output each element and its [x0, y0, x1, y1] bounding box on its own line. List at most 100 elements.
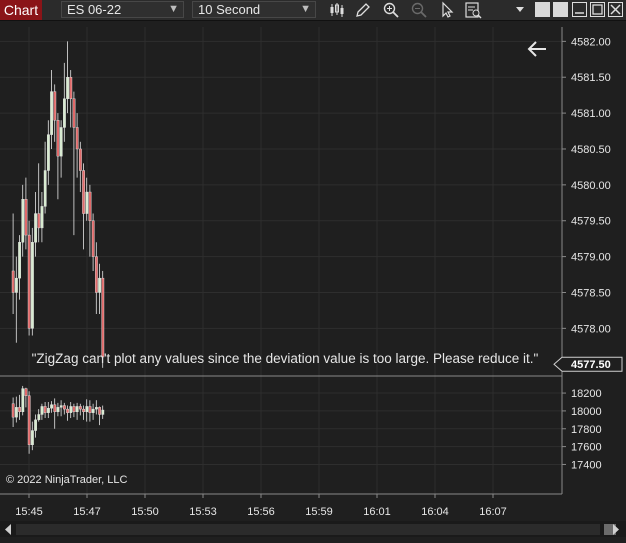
- instrument-value: ES 06-22: [67, 2, 122, 17]
- lower-candle: [98, 407, 102, 415]
- price-candle: [91, 220, 95, 257]
- lower-candle: [59, 405, 63, 408]
- price-candle: [101, 277, 105, 358]
- price-candle: [72, 98, 76, 128]
- lower-candle: [50, 404, 54, 409]
- price-candle: [98, 277, 102, 293]
- window-color-button-2[interactable]: [553, 2, 568, 17]
- pointer-icon[interactable]: [438, 1, 456, 19]
- instrument-selector[interactable]: ES 06-22 ▼: [61, 1, 184, 18]
- copyright-text: © 2022 NinjaTrader, LLC: [6, 474, 127, 486]
- price-candle: [43, 170, 47, 207]
- price-tick-label: 4581.50: [571, 72, 611, 84]
- price-candle: [82, 170, 86, 214]
- price-candle: [66, 77, 70, 99]
- horizontal-scrollbar[interactable]: [0, 521, 626, 537]
- price-candle: [31, 242, 34, 329]
- lower-candle: [21, 388, 25, 413]
- maximize-icon[interactable]: [590, 2, 605, 17]
- lower-tick-label: 17400: [571, 459, 602, 471]
- price-candle: [53, 91, 57, 121]
- chart-tab[interactable]: Chart: [0, 0, 42, 20]
- price-candle: [34, 213, 38, 243]
- lower-candle: [78, 406, 82, 410]
- bar-type-icon[interactable]: [328, 1, 346, 19]
- chart-background: [0, 27, 626, 522]
- lower-candle: [37, 414, 41, 421]
- price-tick-label: 4580.00: [571, 180, 611, 192]
- price-candle: [37, 213, 41, 229]
- last-price-label: 4577.50: [571, 359, 611, 371]
- lower-candle: [72, 406, 76, 413]
- price-candle: [14, 277, 18, 293]
- toolbar: Chart ES 06-22 ▼ 10 Second ▼: [0, 0, 626, 21]
- pencil-icon[interactable]: [354, 1, 372, 19]
- lower-candle: [31, 430, 34, 446]
- lower-candle: [40, 406, 44, 415]
- lower-candle: [34, 419, 38, 431]
- time-tick-label: 16:07: [479, 506, 507, 518]
- price-candle: [47, 134, 50, 171]
- lower-tick-label: 17800: [571, 424, 602, 436]
- time-tick-label: 15:45: [15, 506, 43, 518]
- price-tick-label: 4579.50: [571, 216, 611, 228]
- price-tick-label: 4582.00: [571, 36, 611, 48]
- minimize-icon[interactable]: [572, 2, 587, 17]
- lower-candle: [11, 403, 15, 418]
- lower-tick-label: 17600: [571, 442, 602, 454]
- time-tick-label: 15:56: [247, 506, 275, 518]
- scroll-track[interactable]: [16, 524, 616, 535]
- price-candle: [75, 127, 79, 150]
- lower-candle: [94, 407, 98, 410]
- scroll-right-icon[interactable]: [612, 524, 620, 535]
- lower-candle: [56, 407, 60, 413]
- price-candle: [56, 120, 60, 157]
- dropdown-chevron-icon[interactable]: [511, 1, 529, 19]
- lower-candle: [47, 408, 50, 413]
- price-candle: [40, 206, 44, 229]
- lower-candle: [43, 406, 47, 413]
- last-price-marker: 4577.50: [553, 356, 623, 372]
- price-tick-label: 4580.50: [571, 144, 611, 156]
- lower-candle: [53, 404, 57, 412]
- lower-candle: [75, 406, 79, 413]
- data-box-icon[interactable]: [464, 1, 482, 19]
- price-candle: [78, 148, 82, 171]
- lower-candle: [27, 395, 31, 446]
- interval-selector[interactable]: 10 Second ▼: [192, 1, 316, 18]
- lower-candle: [63, 405, 66, 410]
- lower-candle: [91, 408, 95, 413]
- lower-candle: [24, 388, 28, 396]
- time-tick-label: 16:01: [363, 506, 391, 518]
- price-candle: [59, 127, 63, 157]
- lower-candle: [18, 407, 21, 413]
- price-candle: [50, 91, 54, 135]
- time-tick-label: 15:59: [305, 506, 333, 518]
- price-tick-label: 4578.00: [571, 323, 611, 335]
- zoom-in-icon[interactable]: [382, 1, 400, 19]
- time-tick-label: 15:53: [189, 506, 217, 518]
- scroll-left-icon[interactable]: [4, 524, 12, 535]
- lower-candle: [101, 409, 105, 415]
- price-tick-label: 4579.00: [571, 252, 611, 264]
- time-tick-label: 16:04: [421, 506, 449, 518]
- price-candle: [11, 270, 15, 293]
- price-candle: [27, 234, 31, 329]
- price-candle: [69, 77, 73, 99]
- time-tick-label: 15:47: [73, 506, 101, 518]
- lower-tick-label: 18200: [571, 388, 602, 400]
- zoom-out-icon[interactable]: [410, 1, 428, 19]
- price-candle: [85, 191, 89, 214]
- price-candle: [21, 199, 25, 243]
- chart-canvas[interactable]: 4578.00 4578.50 4579.00 4579.50 4580.00 4580.…: [0, 27, 626, 522]
- lower-tick-label: 18000: [571, 406, 602, 418]
- zigzag-notice: "ZigZag can't plot any values since the …: [32, 351, 539, 366]
- price-candle: [63, 98, 66, 128]
- window-color-button[interactable]: [535, 2, 550, 17]
- close-icon[interactable]: [608, 2, 623, 17]
- lower-candle: [14, 407, 18, 418]
- lower-candle: [85, 406, 89, 413]
- price-tick-label: 4578.50: [571, 287, 611, 299]
- price-candle: [24, 199, 28, 236]
- price-tick-label: 4581.00: [571, 108, 611, 120]
